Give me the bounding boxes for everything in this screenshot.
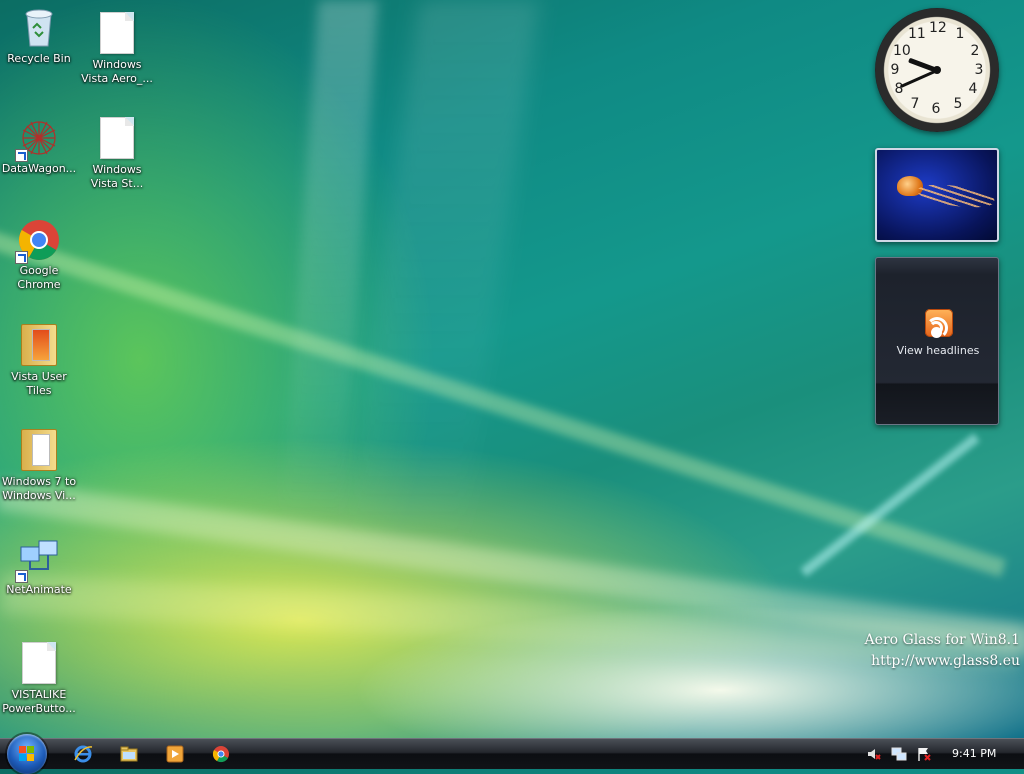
shortcut-arrow-icon xyxy=(15,570,28,583)
folder-icon xyxy=(17,429,61,473)
desktop-icon-datawagon[interactable]: DataWagon... xyxy=(0,116,78,176)
shortcut-arrow-icon xyxy=(15,251,28,264)
media-player-icon[interactable] xyxy=(165,744,185,764)
clock-number: 6 xyxy=(931,101,941,117)
desktop-icon-vistalike-powerbutton[interactable]: VISTALIKE PowerButto... xyxy=(0,640,78,716)
desktop-icon-vista-aero-file[interactable]: Windows Vista Aero_... xyxy=(78,10,156,86)
document-icon xyxy=(95,117,139,161)
clock-number: 12 xyxy=(929,20,947,36)
watermark-line-1: Aero Glass for Win8.1 xyxy=(864,632,1020,648)
slideshow-gadget[interactable] xyxy=(875,148,999,242)
desktop-icon-label: VISTALIKE PowerButto... xyxy=(2,688,76,715)
chrome-icon xyxy=(15,218,61,264)
taskbar: 9:41 PM xyxy=(0,734,1024,774)
clock-number: 2 xyxy=(970,43,980,59)
desktop-icon-label: Recycle Bin xyxy=(7,52,71,65)
network-icon[interactable] xyxy=(891,746,907,762)
desktop-icon-vista-st-file[interactable]: Windows Vista St... xyxy=(78,115,156,191)
desktop-icon-google-chrome[interactable]: Google Chrome xyxy=(0,218,78,292)
volume-muted-icon[interactable] xyxy=(866,746,882,762)
document-icon xyxy=(17,642,61,686)
desktop-icon-label: NetAnimate xyxy=(6,583,72,596)
desktop-icon-recycle-bin[interactable]: Recycle Bin xyxy=(0,6,78,66)
internet-explorer-icon[interactable] xyxy=(73,744,93,764)
clock-number: 5 xyxy=(953,96,963,112)
clock-gadget[interactable]: 12 1 2 3 4 5 6 7 8 9 10 11 xyxy=(875,8,999,132)
desktop-icon-label: Google Chrome xyxy=(17,264,61,291)
action-center-flag-icon[interactable] xyxy=(916,746,932,762)
desktop-icon-windows7-to-vista[interactable]: Windows 7 to Windows Vi... xyxy=(0,427,78,503)
clock-number: 3 xyxy=(974,62,984,78)
file-explorer-icon[interactable] xyxy=(119,744,139,764)
document-icon xyxy=(95,12,139,56)
desktop-icon-label: Windows Vista Aero_... xyxy=(81,58,153,85)
desktop-icon-label: Windows 7 to Windows Vi... xyxy=(1,475,77,502)
clock-number: 10 xyxy=(893,43,911,59)
chrome-icon[interactable] xyxy=(211,744,231,764)
network-icon xyxy=(15,537,61,583)
taskbar-clock[interactable]: 9:41 PM xyxy=(952,747,996,760)
datawagon-icon xyxy=(15,116,61,162)
recycle-bin-icon xyxy=(17,6,61,50)
desktop-icon-vista-user-tiles[interactable]: Vista User Tiles xyxy=(0,322,78,398)
clock-number: 9 xyxy=(890,62,900,78)
clock-number: 11 xyxy=(908,26,926,42)
desktop-icon-label: DataWagon... xyxy=(1,162,77,175)
shortcut-arrow-icon xyxy=(15,149,28,162)
desktop-icon-netanimate[interactable]: NetAnimate xyxy=(0,537,78,597)
feed-headlines-gadget[interactable]: View headlines xyxy=(875,257,999,425)
rss-icon xyxy=(925,309,953,339)
clock-minute-hand xyxy=(899,68,938,88)
desktop-icon-label: Windows Vista St... xyxy=(90,163,144,190)
folder-icon xyxy=(17,324,61,368)
clock-number: 4 xyxy=(968,81,978,97)
desktop-icon-label: Vista User Tiles xyxy=(11,370,67,397)
clock-center xyxy=(933,66,941,74)
view-headlines-link[interactable]: View headlines xyxy=(876,344,1000,357)
clock-number: 1 xyxy=(955,26,965,42)
watermark-line-2: http://www.glass8.eu xyxy=(871,653,1020,669)
windows-start-orb-icon[interactable] xyxy=(7,734,47,774)
aero-glass-watermark: Aero Glass for Win8.1 http://www.glass8.… xyxy=(865,630,1020,672)
clock-number: 7 xyxy=(910,96,920,112)
